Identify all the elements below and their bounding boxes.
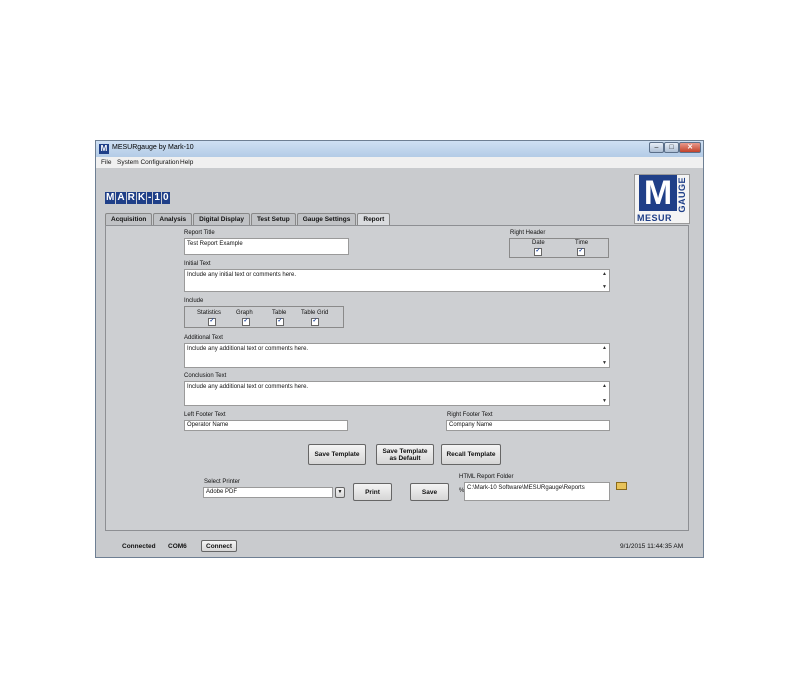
scroll-up-icon[interactable]: ▲	[602, 345, 607, 351]
status-bar: Connected COM6 Connect 9/1/2015 11:44:35…	[96, 538, 703, 554]
save-template-button[interactable]: Save Template	[308, 444, 366, 465]
initial-text-label: Initial Text	[184, 261, 211, 267]
statistics-checkbox[interactable]: ✓	[208, 318, 216, 326]
client-area: M A R K - 1 0 M MESUR GAUGE Acquisition …	[96, 168, 703, 557]
additional-text-value: Include any additional text or comments …	[187, 346, 309, 352]
statistics-label: Statistics	[197, 310, 222, 316]
time-checkbox[interactable]: ✓	[577, 248, 585, 256]
scroll-down-icon[interactable]: ▼	[602, 284, 607, 290]
right-footer-input[interactable]: Company Name	[446, 420, 610, 431]
gauge-word: GAUGE	[677, 177, 687, 213]
date-checkbox[interactable]: ✓	[534, 248, 542, 256]
report-panel: Report Title Test Report Example Right H…	[105, 225, 689, 531]
initial-text-scrollbar[interactable]: ▲ ▼	[601, 270, 609, 291]
browse-folder-icon[interactable]	[616, 482, 627, 490]
maximize-button[interactable]: □	[664, 142, 679, 153]
tab-acquisition[interactable]: Acquisition	[105, 213, 153, 225]
print-button[interactable]: Print	[353, 483, 392, 501]
mesur-m-glyph: M	[639, 175, 677, 211]
include-label: Include	[184, 298, 204, 304]
report-title-input[interactable]: Test Report Example	[184, 238, 349, 255]
menu-help[interactable]: Help	[180, 159, 193, 166]
com-port: COM6	[168, 543, 187, 550]
right-header-label: Right Header	[510, 230, 546, 236]
table-grid-checkbox[interactable]: ✓	[311, 318, 319, 326]
save-button[interactable]: Save	[410, 483, 449, 501]
printer-select-value: Adobe PDF	[206, 489, 238, 495]
tab-test-setup[interactable]: Test Setup	[250, 213, 296, 225]
initial-text-value: Include any initial text or comments her…	[187, 272, 297, 278]
mesur-word: MESUR	[637, 213, 673, 223]
logo-letter: R	[126, 192, 136, 204]
menu-system-configuration[interactable]: System Configuration	[117, 159, 179, 166]
window-title: MESURgauge by Mark-10	[112, 144, 194, 151]
printer-dropdown-icon[interactable]: ▼	[335, 487, 345, 498]
additional-text-scrollbar[interactable]: ▲ ▼	[601, 344, 609, 367]
logo-letter: 0	[161, 192, 170, 204]
save-template-default-line1: Save Template	[382, 447, 428, 455]
logo-letter: 1	[153, 192, 161, 204]
mark10-logo: M A R K - 1 0	[105, 192, 170, 204]
printer-select[interactable]: Adobe PDF	[203, 487, 333, 498]
tab-report[interactable]: Report	[357, 213, 391, 225]
additional-text-area[interactable]: Include any additional text or comments …	[184, 343, 610, 368]
left-footer-input[interactable]: Operator Name	[184, 420, 348, 431]
scroll-up-icon[interactable]: ▲	[602, 383, 607, 389]
logo-letter: K	[136, 192, 147, 204]
recall-template-button[interactable]: Recall Template	[441, 444, 501, 465]
graph-label: Graph	[236, 310, 253, 316]
menu-bar: File System Configuration Help	[96, 157, 703, 168]
initial-text-area[interactable]: Include any initial text or comments her…	[184, 269, 610, 292]
html-folder-label: HTML Report Folder	[459, 474, 514, 480]
right-footer-label: Right Footer Text	[447, 412, 493, 418]
logo-letter: A	[116, 192, 126, 204]
save-template-as-default-button[interactable]: Save Template as Default	[376, 444, 434, 465]
graph-checkbox[interactable]: ✓	[242, 318, 250, 326]
status-timestamp: 9/1/2015 11:44:35 AM	[620, 543, 684, 550]
tab-gauge-settings[interactable]: Gauge Settings	[296, 213, 357, 225]
app-icon: M	[99, 144, 109, 154]
tab-analysis[interactable]: Analysis	[153, 213, 193, 225]
conclusion-text-scrollbar[interactable]: ▲ ▼	[601, 382, 609, 405]
scroll-up-icon[interactable]: ▲	[602, 271, 607, 277]
connect-button[interactable]: Connect	[201, 540, 237, 552]
select-printer-label: Select Printer	[204, 479, 241, 485]
left-footer-label: Left Footer Text	[184, 412, 226, 418]
right-header-group: Date ✓ Time ✓	[509, 238, 609, 258]
title-bar[interactable]: M MESURgauge by Mark-10 – □ ✕	[96, 141, 703, 157]
close-button[interactable]: ✕	[679, 142, 701, 153]
additional-text-label: Additional Text	[184, 335, 223, 341]
report-title-label: Report Title	[184, 230, 215, 236]
scroll-down-icon[interactable]: ▼	[602, 398, 607, 404]
minimize-button[interactable]: –	[649, 142, 664, 153]
conclusion-text-label: Conclusion Text	[184, 373, 227, 379]
date-label: Date	[532, 240, 545, 246]
logo-letter: M	[105, 192, 116, 204]
time-label: Time	[575, 240, 589, 246]
include-group: Statistics ✓ Graph ✓ Table ✓ Table Grid …	[184, 306, 344, 328]
tab-digital-display[interactable]: Digital Display	[193, 213, 250, 225]
tab-bar: Acquisition Analysis Digital Display Tes…	[105, 213, 391, 225]
table-label: Table	[272, 310, 287, 316]
save-template-default-line2: as Default	[389, 454, 421, 462]
conclusion-text-value: Include any additional text or comments …	[187, 384, 309, 390]
table-checkbox[interactable]: ✓	[276, 318, 284, 326]
html-folder-input[interactable]: C:\Mark-10 Software\MESURgauge\Reports	[464, 482, 610, 501]
menu-file[interactable]: File	[101, 159, 111, 166]
mesurgauge-logo: M MESUR GAUGE	[634, 174, 690, 224]
table-grid-label: Table Grid	[301, 310, 329, 316]
conclusion-text-area[interactable]: Include any additional text or comments …	[184, 381, 610, 406]
app-window: M MESURgauge by Mark-10 – □ ✕ File Syste…	[95, 140, 704, 558]
scroll-down-icon[interactable]: ▼	[602, 360, 607, 366]
connection-status: Connected	[122, 543, 156, 550]
logo-letter: -	[147, 192, 153, 204]
